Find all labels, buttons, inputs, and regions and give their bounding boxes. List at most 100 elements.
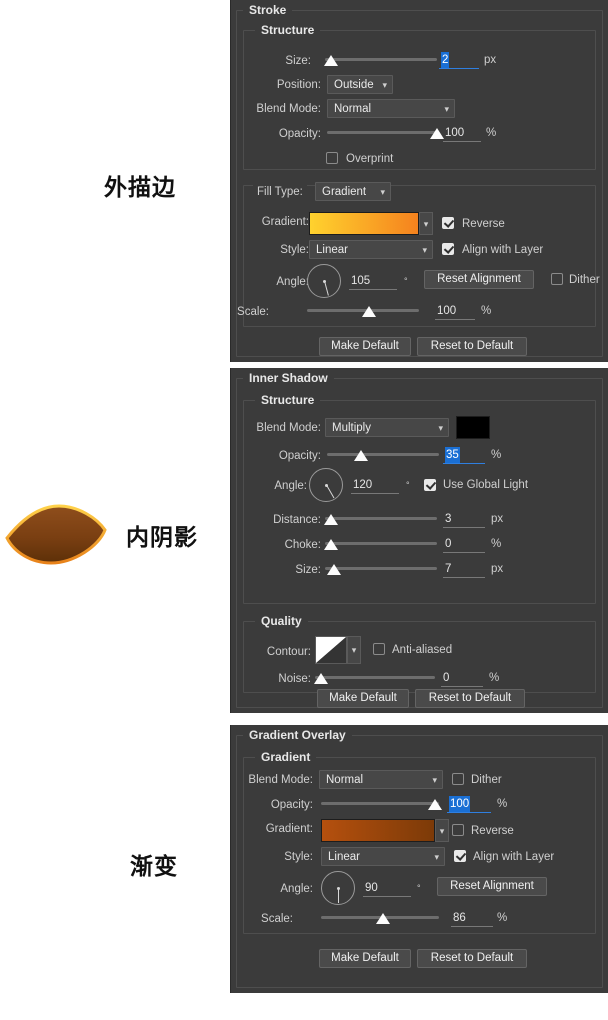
inner-shadow-size-input[interactable]: 7 [443,561,485,578]
slider-track [325,517,437,520]
inner-shadow-reset-to-default-button[interactable]: Reset to Default [415,689,525,708]
inner-shadow-distance-input[interactable]: 3 [443,511,485,528]
anti-aliased-checkbox[interactable] [373,643,385,655]
gradient-overlay-angle-label: Angle: [280,883,313,895]
slider-track [315,676,435,679]
slider-thumb[interactable] [314,673,328,684]
gradient-overlay-make-default-button[interactable]: Make Default [319,949,411,968]
stroke-gradient-dropdown[interactable]: ▾ [419,212,433,235]
stroke-scale-input[interactable]: 100 [435,303,475,320]
contour-swatch[interactable] [315,636,347,664]
inner-shadow-angle-dial[interactable] [309,468,343,502]
slider-thumb[interactable] [430,128,444,139]
inner-shadow-size-slider[interactable] [325,563,437,577]
slider-thumb[interactable] [354,450,368,461]
fill-type-select[interactable]: Gradient ▾ [315,182,391,201]
gradient-overlay-reset-to-default-button[interactable]: Reset to Default [417,949,527,968]
stroke-position-row: Position: Outside ▾ [243,75,543,95]
slider-thumb[interactable] [428,799,442,810]
stroke-overprint-row: Overprint [243,149,543,169]
gradient-overlay-reverse-checkbox[interactable] [452,824,464,836]
stroke-reset-alignment-button[interactable]: Reset Alignment [424,270,534,289]
stroke-scale-value: 100 [437,305,457,317]
annotation-inner-shadow: 内阴影 [126,525,198,551]
stroke-scale-slider[interactable] [307,305,419,319]
inner-shadow-contour-row: Contour: ▾ Anti-aliased [243,636,583,668]
inner-shadow-noise-row: Noise: 0 % [243,669,583,689]
chevron-down-icon: ▾ [439,825,445,836]
inner-shadow-choke-slider[interactable] [324,538,437,552]
gradient-overlay-scale-unit: % [497,912,508,924]
slider-thumb[interactable] [376,913,390,924]
inner-shadow-angle-unit: ° [406,480,410,490]
stroke-opacity-input[interactable]: 100 [443,125,481,142]
overprint-checkbox[interactable] [326,152,338,164]
chevron-down-icon: ▾ [434,852,439,862]
slider-thumb[interactable] [324,539,338,550]
stroke-blend-mode-select[interactable]: Normal ▾ [327,99,455,118]
stroke-size-row: Size: 2 px [243,51,523,71]
stroke-make-default-button[interactable]: Make Default [319,337,411,356]
inner-shadow-blend-mode-label: Blend Mode: [256,422,321,434]
stroke-scale-unit: % [481,305,492,317]
slider-thumb[interactable] [327,564,341,575]
inner-shadow-noise-input[interactable]: 0 [441,670,483,687]
gradient-overlay-gradient-title: Gradient [255,750,317,764]
stroke-style-select[interactable]: Linear ▾ [309,240,433,259]
dial-needle [326,484,335,499]
inner-shadow-color-swatch[interactable] [456,416,490,439]
inner-shadow-choke-input[interactable]: 0 [443,536,485,553]
slider-track [325,58,437,61]
gradient-overlay-align-checkbox[interactable] [454,850,466,862]
stroke-reset-to-default-button[interactable]: Reset to Default [417,337,527,356]
gradient-overlay-opacity-input[interactable]: 100 [447,796,491,813]
stroke-opacity-slider[interactable] [327,127,444,141]
stroke-size-input[interactable]: 2 [439,52,479,69]
gradient-overlay-opacity-slider[interactable] [321,798,442,812]
gradient-overlay-angle-input[interactable]: 90 [363,880,411,897]
stroke-gradient-swatch[interactable] [309,212,419,235]
stroke-size-label: Size: [285,55,311,67]
inner-shadow-structure-title: Structure [255,393,321,407]
stroke-size-unit: px [484,54,497,66]
stroke-angle-input[interactable]: 105 [349,273,397,290]
gradient-overlay-blend-mode-select[interactable]: Normal ▾ [319,770,443,789]
chevron-down-icon: ▾ [422,245,427,255]
stroke-angle-dial[interactable] [307,264,341,298]
slider-thumb[interactable] [324,55,338,66]
stroke-align-checkbox[interactable] [442,243,454,255]
gradient-overlay-style-select[interactable]: Linear ▾ [321,847,445,866]
gradient-overlay-scale-label: Scale: [261,913,293,925]
inner-shadow-noise-slider[interactable] [314,672,435,686]
stroke-reverse-label: Reverse [462,218,505,230]
stroke-reverse-checkbox[interactable] [442,217,454,229]
slider-thumb[interactable] [362,306,376,317]
inner-shadow-distance-slider[interactable] [324,513,437,527]
inner-shadow-opacity-input[interactable]: 35 [443,447,485,464]
stroke-position-label: Position: [276,79,321,91]
inner-shadow-opacity-slider[interactable] [327,449,439,463]
stroke-dither-checkbox[interactable] [551,273,563,285]
gradient-overlay-dither-checkbox[interactable] [452,773,464,785]
contour-dropdown[interactable]: ▾ [347,636,361,664]
stroke-angle-value: 105 [351,275,371,287]
gradient-overlay-scale-slider[interactable] [321,912,439,926]
slider-thumb[interactable] [324,514,338,525]
stroke-position-select[interactable]: Outside ▾ [327,75,393,94]
anti-aliased-label: Anti-aliased [392,644,453,656]
inner-shadow-blend-mode-row: Blend Mode: Multiply ▾ [243,416,583,440]
stroke-opacity-unit: % [486,127,497,139]
stroke-size-slider[interactable] [324,54,437,68]
gradient-overlay-angle-dial[interactable] [321,871,355,905]
inner-shadow-blend-mode-select[interactable]: Multiply ▾ [325,418,449,437]
use-global-light-checkbox[interactable] [424,479,436,491]
inner-shadow-make-default-button[interactable]: Make Default [317,689,409,708]
chevron-down-icon: ▾ [380,187,385,197]
gradient-overlay-swatch[interactable] [321,819,435,842]
gradient-overlay-reset-alignment-button[interactable]: Reset Alignment [437,877,547,896]
dial-hub [336,886,340,890]
inner-shadow-choke-unit: % [491,538,502,550]
gradient-overlay-dropdown[interactable]: ▾ [435,819,449,842]
inner-shadow-angle-input[interactable]: 120 [351,477,399,494]
gradient-overlay-scale-input[interactable]: 86 [451,910,493,927]
